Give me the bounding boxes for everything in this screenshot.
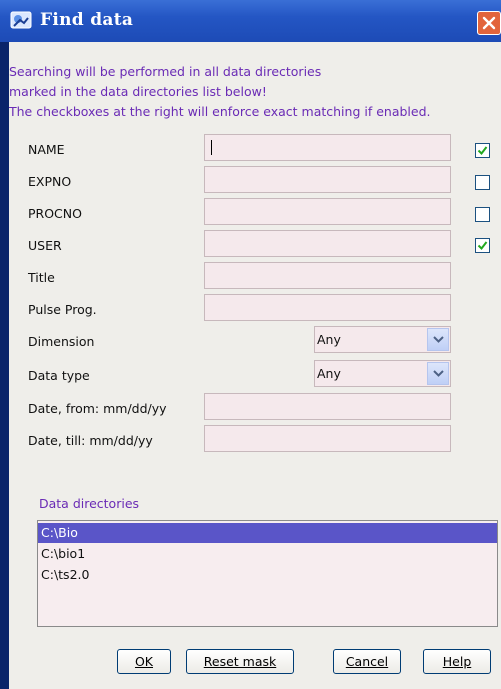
info-line-1: Searching will be performed in all data … [9, 64, 322, 79]
ok-button[interactable]: OK [117, 649, 171, 674]
cancel-button[interactable]: Cancel [333, 649, 401, 674]
checkmark-icon [477, 241, 488, 251]
ok-button-label: OK [134, 654, 154, 669]
reset-mask-button[interactable]: Reset mask [186, 649, 294, 674]
dialog-content: Searching will be performed in all data … [9, 42, 501, 689]
user-exact-checkbox[interactable] [475, 238, 490, 253]
list-item[interactable]: C:\ts2.0 [38, 565, 497, 585]
window-title: Find data [40, 10, 134, 30]
list-item[interactable]: C:\Bio [38, 523, 497, 543]
chevron-down-icon [433, 370, 444, 377]
list-item[interactable]: C:\bio1 [38, 544, 497, 564]
dimension-select[interactable]: Any [314, 326, 451, 353]
find-data-dialog: Find data Searching will be performed in… [0, 0, 501, 689]
expno-field[interactable] [204, 166, 451, 193]
chevron-down-icon [433, 336, 444, 343]
user-label: USER [28, 238, 62, 253]
info-line-3: The checkboxes at the right will enforce… [9, 104, 431, 119]
expno-exact-checkbox[interactable] [475, 175, 490, 190]
info-line-2: marked in the data directories list belo… [9, 84, 267, 99]
name-label: NAME [28, 142, 65, 157]
dimension-value: Any [317, 332, 341, 347]
date-from-field[interactable] [204, 393, 451, 420]
pulse-prog-field[interactable] [204, 294, 451, 321]
cancel-button-label: Cancel [345, 654, 389, 669]
date-till-label: Date, till: mm/dd/yy [28, 433, 153, 448]
dimension-dropdown-button[interactable] [427, 328, 449, 351]
procno-label: PROCNO [28, 206, 82, 221]
procno-field[interactable] [204, 198, 451, 225]
data-type-select[interactable]: Any [314, 360, 451, 387]
title-label: Title [28, 270, 55, 285]
expno-label: EXPNO [28, 174, 72, 189]
checkmark-icon [477, 146, 488, 156]
user-field[interactable] [204, 230, 451, 257]
data-type-value: Any [317, 366, 341, 381]
data-directories-label: Data directories [39, 496, 140, 511]
date-till-field[interactable] [204, 425, 451, 452]
data-directories-list[interactable]: C:\Bio C:\bio1 C:\ts2.0 [37, 520, 498, 627]
data-type-dropdown-button[interactable] [427, 362, 449, 385]
date-from-label: Date, from: mm/dd/yy [28, 401, 167, 416]
help-button[interactable]: Help [423, 649, 491, 674]
help-button-label: Help [442, 654, 472, 669]
name-field[interactable] [204, 134, 451, 161]
title-bar[interactable]: Find data [0, 0, 501, 42]
title-field[interactable] [204, 262, 451, 289]
procno-exact-checkbox[interactable] [475, 207, 490, 222]
data-type-label: Data type [28, 368, 90, 383]
name-exact-checkbox[interactable] [475, 143, 490, 158]
reset-mask-button-label: Reset mask [203, 654, 277, 669]
app-icon [10, 11, 32, 29]
pulse-prog-label: Pulse Prog. [28, 302, 97, 317]
close-icon [482, 16, 496, 30]
close-button[interactable] [477, 11, 501, 35]
dimension-label: Dimension [28, 334, 95, 349]
